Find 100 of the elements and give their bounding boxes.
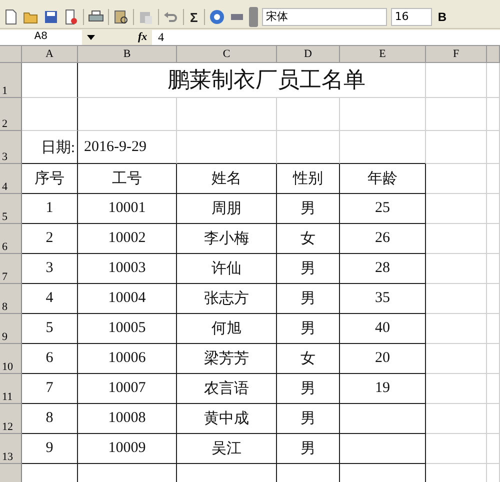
row-header[interactable]: 3	[0, 131, 22, 164]
column-header[interactable]: D	[277, 46, 340, 63]
table-cell: 19	[340, 374, 426, 404]
table-cell: 2	[22, 224, 78, 254]
column-header[interactable]: B	[78, 46, 177, 63]
row-header[interactable]: 8	[0, 284, 22, 314]
table-cell: 10003	[78, 254, 177, 284]
table-cell: 5	[22, 314, 78, 344]
empty-cell	[426, 434, 487, 464]
row-header[interactable]: 9	[0, 314, 22, 344]
table-cell: 黄中成	[177, 404, 277, 434]
empty-cell	[426, 194, 487, 224]
empty-cell	[487, 314, 500, 344]
table-cell: 10004	[78, 284, 177, 314]
row-header[interactable]: 1	[0, 63, 22, 98]
empty-cell	[487, 194, 500, 224]
save-icon[interactable]	[43, 9, 59, 25]
empty-cell	[426, 164, 487, 194]
table-cell: 10006	[78, 344, 177, 374]
formula-field[interactable]: 4	[152, 30, 500, 44]
column-heading: 年龄	[340, 164, 426, 194]
empty-cell	[426, 254, 487, 284]
dropdown-icon[interactable]	[86, 32, 96, 42]
font-field[interactable]: 宋体	[262, 8, 387, 26]
table-cell: 28	[340, 254, 426, 284]
table-cell: 男	[277, 374, 340, 404]
font-size-field[interactable]: 16	[390, 8, 432, 26]
table-cell: 男	[277, 434, 340, 464]
table-cell: 10005	[78, 314, 177, 344]
column-heading: 工号	[78, 164, 177, 194]
empty-cell	[487, 131, 500, 164]
name-box[interactable]: A8	[0, 30, 82, 44]
column-heading: 姓名	[177, 164, 277, 194]
row-header[interactable]: 6	[0, 224, 22, 254]
autosum-button[interactable]: Σ	[188, 10, 200, 24]
row-header[interactable]: 11	[0, 374, 22, 404]
table-cell: 6	[22, 344, 78, 374]
column-heading: 性别	[277, 164, 340, 194]
column-header[interactable]: E	[340, 46, 426, 63]
column-header[interactable]: F	[426, 46, 487, 63]
table-cell: 张志方	[177, 284, 277, 314]
table-cell: 7	[22, 374, 78, 404]
empty-cell	[426, 224, 487, 254]
table-cell: 35	[340, 284, 426, 314]
row-header[interactable]: 13	[0, 434, 22, 464]
row-header[interactable]: 4	[0, 164, 22, 194]
undo-icon[interactable]	[163, 9, 179, 25]
empty-cell	[277, 131, 340, 164]
table-cell: 男	[277, 194, 340, 224]
column-header[interactable]: C	[177, 46, 277, 63]
table-cell: 10002	[78, 224, 177, 254]
table-cell: 10007	[78, 374, 177, 404]
row-header[interactable]: 5	[0, 194, 22, 224]
table-cell: 10008	[78, 404, 177, 434]
new-file-icon[interactable]	[3, 9, 19, 25]
empty-cell	[487, 284, 500, 314]
column-header[interactable]	[487, 46, 500, 63]
empty-cell	[487, 404, 500, 434]
empty-cell	[487, 344, 500, 374]
table-cell: 4	[22, 284, 78, 314]
date-value: 2016-9-29	[78, 131, 177, 164]
table-cell: 25	[340, 194, 426, 224]
row-header[interactable]: 12	[0, 404, 22, 434]
table-cell: 10001	[78, 194, 177, 224]
empty-cell	[426, 374, 487, 404]
table-cell: 8	[22, 404, 78, 434]
empty-cell	[487, 434, 500, 464]
table-cell: 1	[22, 194, 78, 224]
empty-cell	[487, 164, 500, 194]
table-cell: 10009	[78, 434, 177, 464]
empty-cell	[426, 131, 487, 164]
select-all-corner[interactable]	[0, 46, 22, 63]
table-cell: 女	[277, 224, 340, 254]
empty-cell	[426, 63, 487, 98]
empty-cell	[426, 98, 487, 131]
bold-button[interactable]: B	[436, 10, 448, 24]
function-label[interactable]: fx	[138, 31, 152, 43]
empty-cell	[487, 98, 500, 131]
empty-cell	[487, 374, 500, 404]
row-header[interactable]: 7	[0, 254, 22, 284]
sheet-title: 鹏莱制衣厂员工名单	[78, 63, 426, 98]
empty-cell	[426, 404, 487, 434]
empty-cell	[487, 254, 500, 284]
column-header[interactable]: A	[22, 46, 78, 63]
table-cell: 吴江	[177, 434, 277, 464]
table-cell: 男	[277, 254, 340, 284]
row-header[interactable]: 2	[0, 98, 22, 131]
table-cell: 女	[277, 344, 340, 374]
column-heading: 序号	[22, 164, 78, 194]
table-cell: 梁芳芳	[177, 344, 277, 374]
table-cell: 许仙	[177, 254, 277, 284]
empty-cell	[277, 98, 340, 131]
toolbar-grip[interactable]	[248, 7, 258, 27]
empty-cell	[426, 344, 487, 374]
table-cell: 3	[22, 254, 78, 284]
empty-cell	[487, 224, 500, 254]
empty-cell	[426, 284, 487, 314]
row-header[interactable]: 10	[0, 344, 22, 374]
date-label: 日期:	[22, 131, 78, 164]
help-icon[interactable]	[208, 9, 225, 25]
